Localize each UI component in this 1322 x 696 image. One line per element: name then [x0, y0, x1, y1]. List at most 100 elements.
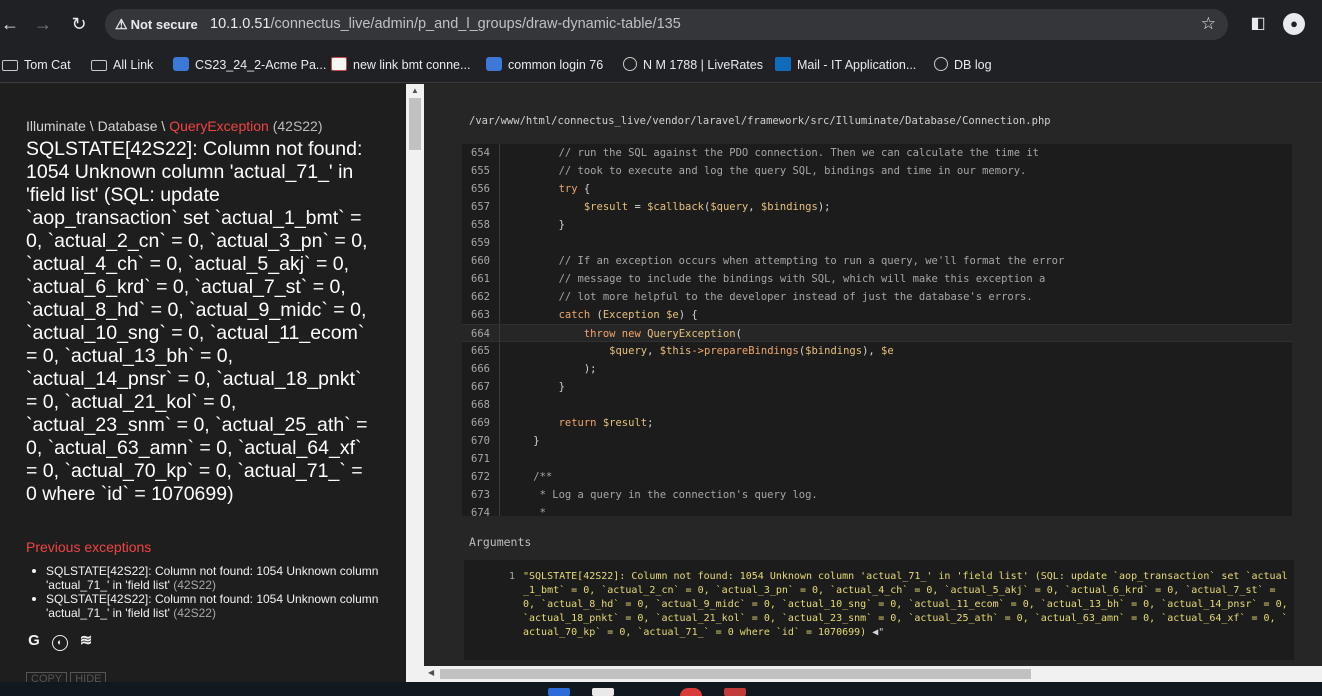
scroll-up-arrow-icon[interactable]: ▲	[411, 86, 419, 95]
line-source: // run the SQL against the PDO connectio…	[508, 147, 1040, 159]
address-bar[interactable]: ⚠ Not secure 10.1.0.51/connectus_live/adm…	[105, 9, 1228, 40]
taskbar-app-icon[interactable]	[592, 688, 614, 696]
gutter-divider	[499, 270, 500, 288]
line-number: 660	[471, 255, 490, 267]
line-number: 661	[471, 273, 490, 285]
warning-triangle-icon: ⚠	[115, 16, 128, 32]
taskbar-app-icon[interactable]	[548, 688, 570, 696]
exception-code: (42S22)	[272, 118, 323, 134]
back-arrow-icon[interactable]: ←	[0, 13, 20, 35]
line-source: // lot more helpful to the developer ins…	[508, 291, 1033, 303]
argument-value: "SQLSTATE[42S22]: Column not found: 1054…	[523, 571, 1288, 638]
globe-icon	[623, 57, 637, 71]
duckduckgo-icon[interactable]: ◐	[52, 635, 68, 651]
code-viewer: 654 // run the SQL against the PDO conne…	[462, 144, 1292, 516]
gutter-divider	[499, 288, 500, 306]
google-icon[interactable]: G	[26, 633, 42, 649]
bookmark-star-icon[interactable]: ☆	[1201, 14, 1216, 34]
taskbar-app-icon[interactable]	[680, 688, 702, 696]
exception-breadcrumb: Illuminate \ Database \ QueryException (…	[26, 118, 323, 134]
previous-exceptions-list: SQLSTATE[42S22]: Column not found: 1054 …	[30, 564, 390, 620]
code-line: 660 // If an exception occurs when attem…	[462, 252, 1292, 270]
scrollbar-thumb[interactable]	[440, 669, 1031, 679]
code-line: 672 /**	[462, 468, 1292, 486]
gutter-divider	[499, 414, 500, 432]
line-number: 673	[471, 489, 490, 501]
gutter-divider	[499, 360, 500, 378]
line-source: }	[508, 435, 540, 447]
list-item[interactable]: SQLSTATE[42S22]: Column not found: 1054 …	[30, 564, 390, 592]
collapse-toggle[interactable]: ◀"	[872, 627, 884, 638]
forward-arrow-icon[interactable]: →	[33, 13, 53, 35]
code-line: 673 * Log a query in the connection's qu…	[462, 486, 1292, 504]
copy-button[interactable]: COPY	[26, 672, 68, 682]
bookmark-all-link[interactable]: All Link	[91, 54, 153, 76]
line-number: 658	[471, 219, 490, 231]
code-line: 665 $query, $this->prepareBindings($bind…	[462, 342, 1292, 360]
line-source: }	[508, 381, 565, 393]
line-source: $query, $this->prepareBindings($bindings…	[609, 345, 894, 357]
gutter-divider	[499, 486, 500, 504]
gutter-divider	[499, 504, 500, 516]
gutter-divider	[499, 252, 500, 270]
gutter-divider	[499, 234, 500, 252]
bookmark-liverates[interactable]: N M 1788 | LiveRates	[623, 54, 763, 76]
bookmark-db-log[interactable]: DB log	[934, 54, 992, 76]
line-source: *	[508, 507, 546, 516]
grid-favicon-icon	[173, 57, 189, 71]
folder-icon	[2, 60, 18, 71]
line-number: 671	[471, 453, 490, 465]
bookmark-cs23[interactable]: CS23_24_2-Acme Pa...	[173, 54, 326, 76]
line-number: 669	[471, 417, 490, 429]
code-line: 670 }	[462, 432, 1292, 450]
code-line: 674 *	[462, 504, 1292, 516]
bookmark-common-login[interactable]: common login 76	[486, 54, 603, 76]
code-line: 667 }	[462, 378, 1292, 396]
gutter-divider	[499, 450, 500, 468]
code-line: 663 catch (Exception $e) {	[462, 306, 1292, 324]
argument-index: 1	[509, 571, 516, 582]
stackoverflow-icon[interactable]: ≋	[78, 633, 94, 649]
arguments-title: Arguments	[469, 535, 532, 549]
gutter-divider	[499, 396, 500, 414]
code-line: 658 }	[462, 216, 1292, 234]
line-source: // message to include the bindings with …	[508, 273, 1046, 285]
line-number: 666	[471, 363, 490, 375]
reload-icon[interactable]: ↻	[69, 13, 89, 35]
code-line: 669 return $result;	[462, 414, 1292, 432]
file-path[interactable]: /var/www/html/connectus_live/vendor/lara…	[469, 115, 1051, 127]
line-number: 664	[471, 328, 490, 340]
outlook-icon	[775, 57, 791, 71]
line-number: 654	[471, 147, 490, 159]
taskbar-app-icon[interactable]	[724, 688, 746, 696]
line-source: );	[508, 363, 597, 375]
source-code-panel: /var/www/html/connectus_live/vendor/lara…	[424, 84, 1322, 666]
list-item[interactable]: SQLSTATE[42S22]: Column not found: 1054 …	[30, 592, 390, 620]
line-number: 663	[471, 309, 490, 321]
bookmark-new-link[interactable]: new link bmt conne...	[331, 54, 470, 76]
line-source: // If an exception occurs when attemptin…	[508, 255, 1065, 267]
left-panel-scrollbar[interactable]: ▲ ▼	[406, 84, 424, 682]
bookmark-mail[interactable]: Mail - IT Application...	[775, 54, 916, 76]
scroll-left-arrow-icon[interactable]: ◀	[428, 668, 434, 677]
profile-avatar-icon[interactable]: ●	[1283, 13, 1305, 35]
code-line: 657 $result = $callback($query, $binding…	[462, 198, 1292, 216]
security-indicator[interactable]: ⚠ Not secure	[115, 15, 198, 34]
right-panel-horizontal-scrollbar[interactable]: ◀	[424, 666, 1322, 682]
url-text[interactable]: 10.1.0.51/connectus_live/admin/p_and_l_g…	[210, 15, 681, 34]
line-number: 667	[471, 381, 490, 393]
bookmark-tom-cat[interactable]: Tom Cat	[2, 54, 71, 76]
scrollbar-thumb[interactable]	[409, 98, 421, 150]
line-source: // took to execute and log the query SQL…	[508, 165, 1027, 177]
side-panel-icon[interactable]: ◧	[1247, 13, 1269, 35]
line-number: 674	[471, 507, 490, 516]
os-taskbar	[0, 682, 1322, 696]
action-buttons: COPY HIDE	[26, 669, 109, 682]
code-line: 664 throw new QueryException(	[462, 324, 1292, 343]
code-line: 659	[462, 234, 1292, 252]
hide-button[interactable]: HIDE	[70, 672, 107, 682]
line-source: throw new QueryException(	[583, 328, 742, 340]
code-line: 668	[462, 396, 1292, 414]
browser-toolbar: ← → ↻ ⚠ Not secure 10.1.0.51/connectus_li…	[0, 0, 1322, 48]
line-number: 670	[471, 435, 490, 447]
